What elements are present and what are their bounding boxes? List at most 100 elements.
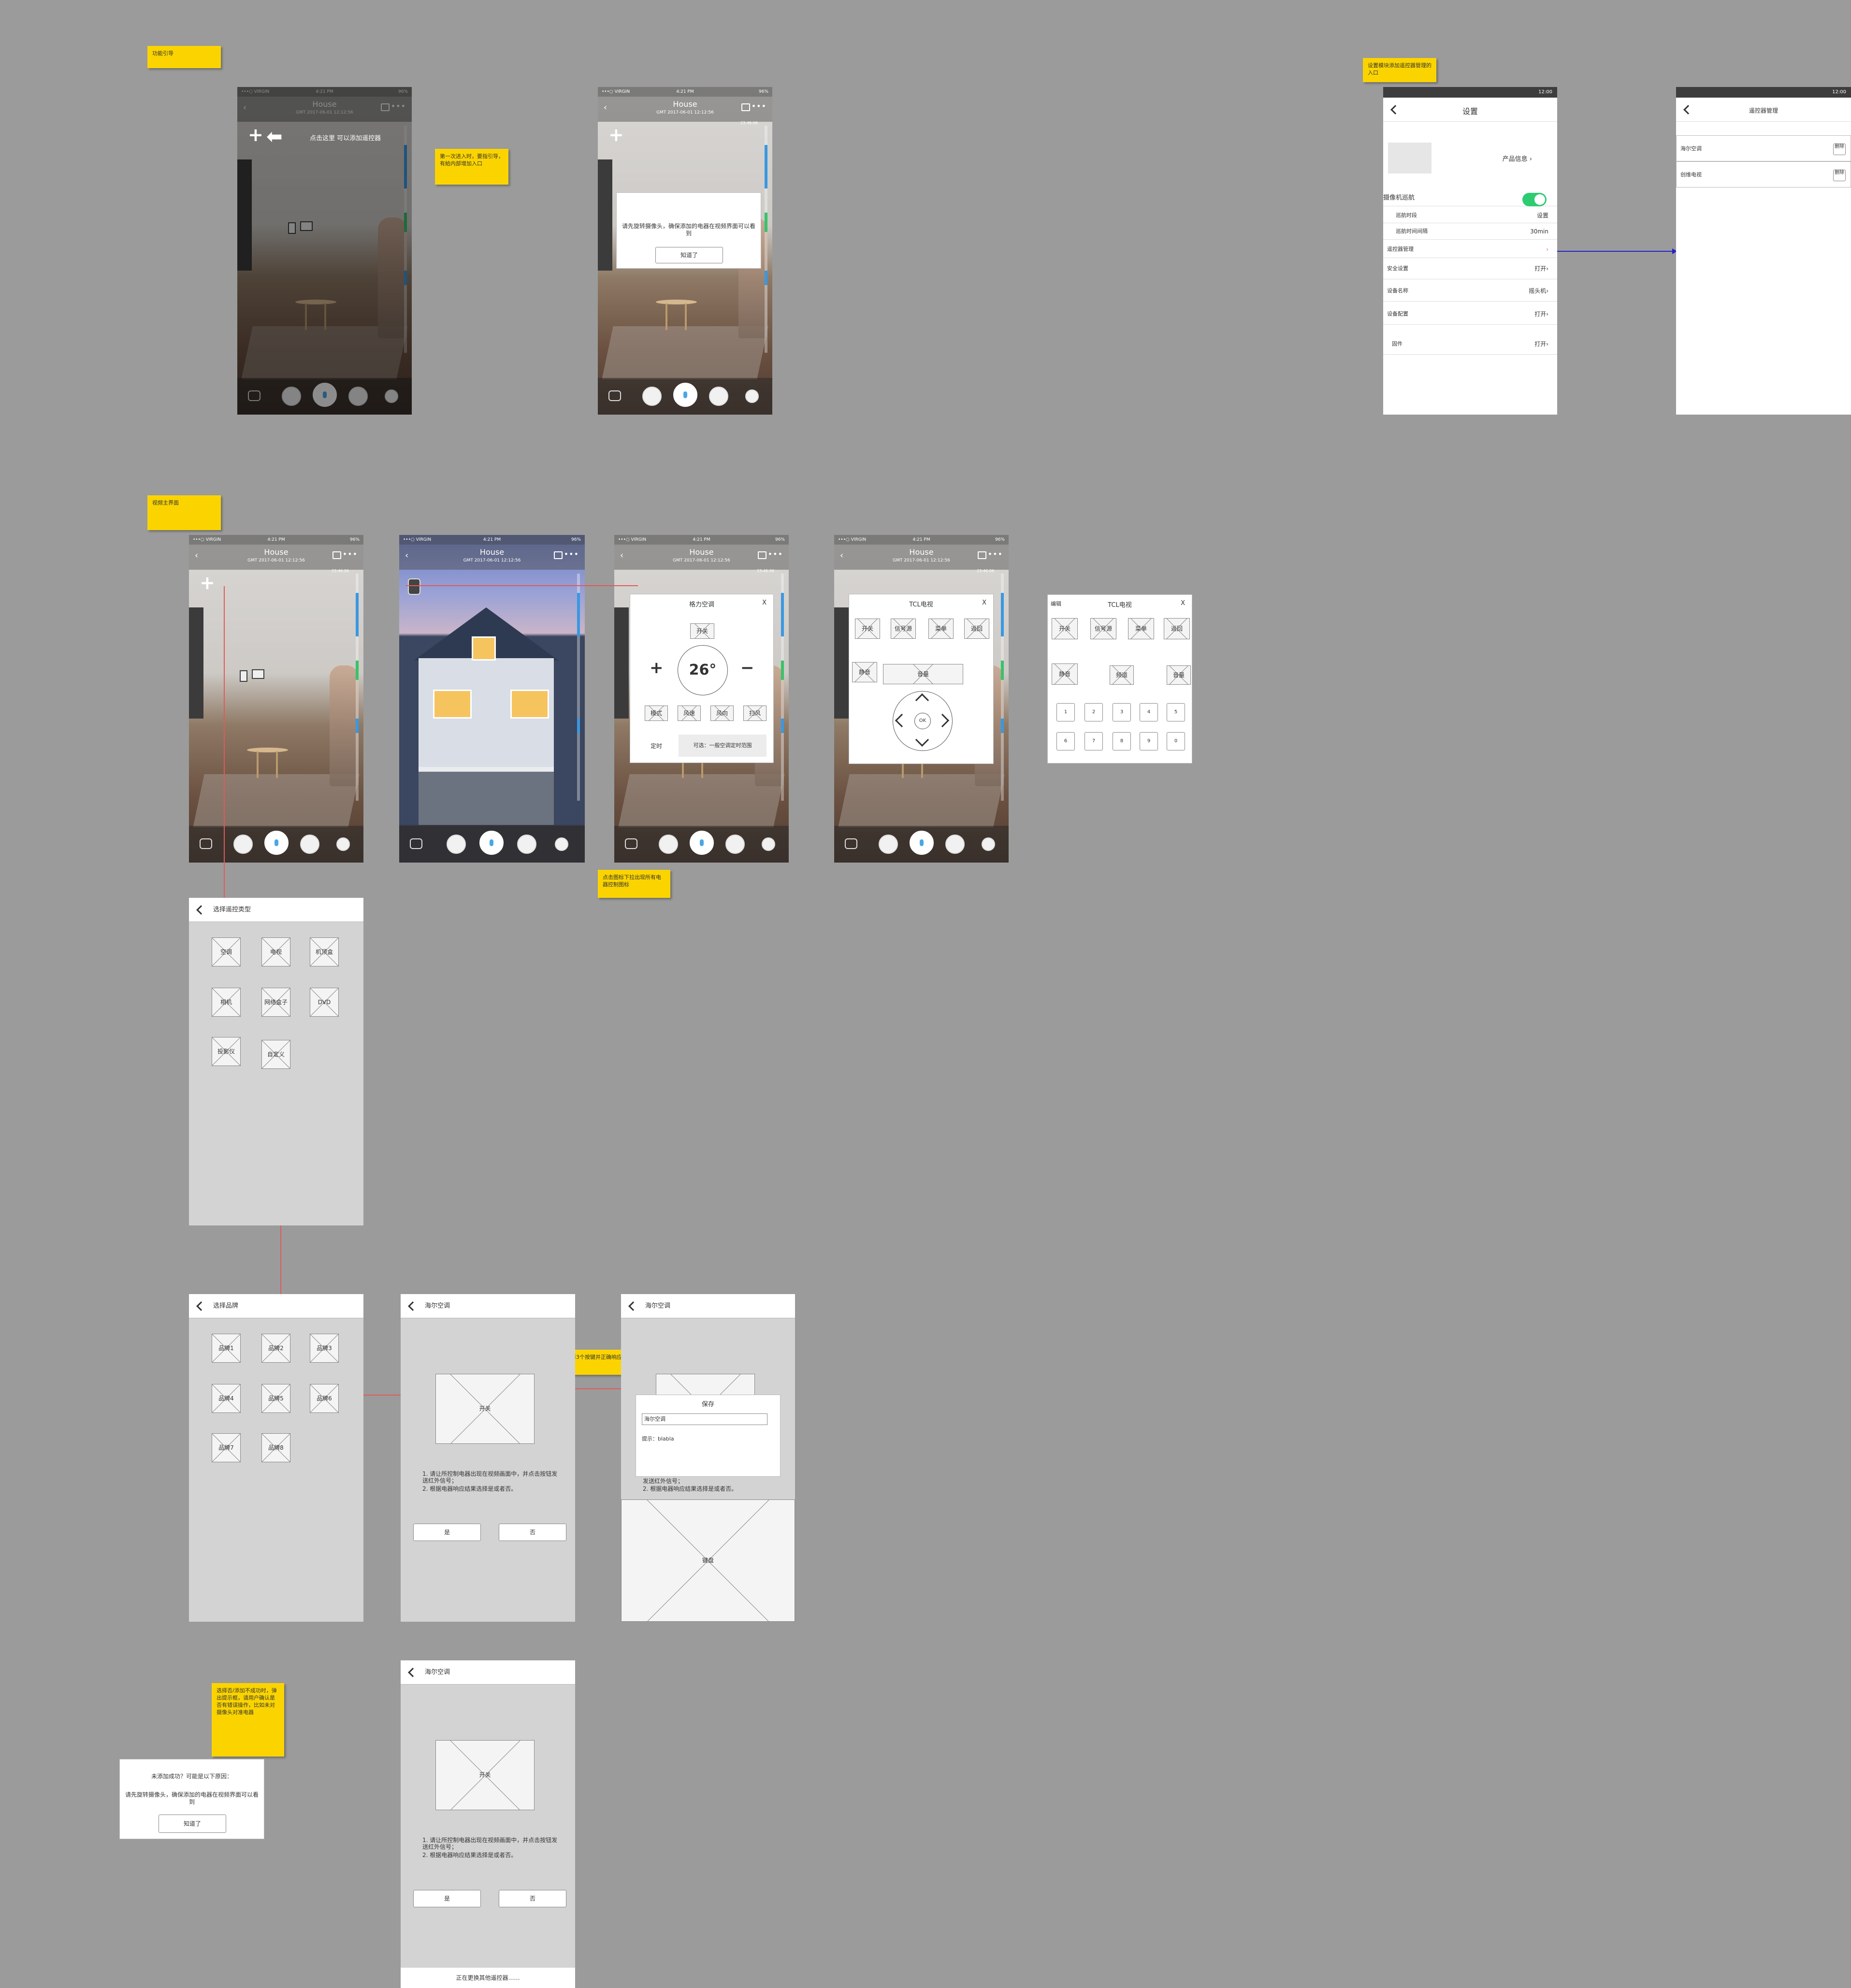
gallery-icon[interactable] [608, 390, 621, 401]
more-icon[interactable]: ••• [768, 549, 783, 559]
type-item[interactable]: 电视 [261, 937, 290, 966]
close-icon[interactable]: X [1181, 600, 1185, 607]
talk-button[interactable] [910, 831, 934, 855]
brand-item[interactable]: 品牌8 [261, 1433, 290, 1462]
gallery-icon[interactable] [410, 838, 422, 849]
more-icon[interactable]: ••• [564, 549, 579, 559]
gallery-icon[interactable] [845, 838, 857, 849]
gallery-icon[interactable] [625, 838, 637, 849]
back-icon[interactable] [408, 1668, 418, 1677]
cruise-toggle[interactable] [1522, 193, 1547, 206]
type-item[interactable]: 投影仪 [212, 1037, 241, 1066]
test-power-button[interactable]: 开关 [435, 1374, 535, 1444]
cloud-icon[interactable] [336, 837, 350, 851]
talk-button[interactable] [479, 831, 504, 855]
tv-power-button[interactable]: 开关 [1052, 618, 1078, 639]
remote-item[interactable]: 创维电视 删除 [1676, 161, 1851, 187]
keyboard[interactable]: 键盘 [621, 1499, 795, 1622]
back-icon[interactable] [196, 1301, 206, 1311]
number-key[interactable]: 6 [1056, 732, 1075, 750]
ac-timer-hint[interactable]: 可选：一般空调定时范围 [679, 735, 766, 757]
record-button[interactable] [517, 835, 536, 854]
chevron-down-icon[interactable] [915, 733, 929, 747]
chevron-right-icon[interactable] [935, 713, 950, 728]
ok-button[interactable]: 知道了 [655, 247, 723, 263]
name-input[interactable]: 海尔空调 [642, 1413, 767, 1425]
cloud-icon[interactable] [982, 837, 995, 851]
more-icon[interactable]: ••• [988, 549, 1003, 559]
number-key[interactable]: 9 [1140, 732, 1158, 750]
snapshot-button[interactable] [642, 387, 662, 406]
brand-item[interactable]: 品牌2 [261, 1334, 290, 1363]
more-icon[interactable]: ••• [343, 549, 358, 559]
number-key[interactable]: 8 [1113, 732, 1131, 750]
temp-minus-button[interactable]: − [740, 658, 754, 677]
record-button[interactable] [945, 835, 965, 854]
ok-button[interactable]: 知道了 [159, 1815, 226, 1833]
type-item[interactable]: DVD [310, 988, 339, 1017]
ac-fan-speed-button[interactable]: 风速 [678, 706, 701, 721]
record-button[interactable] [300, 835, 319, 854]
dpad[interactable]: OK [893, 691, 953, 751]
talk-button[interactable] [673, 383, 697, 407]
yes-button[interactable]: 是 [413, 1524, 481, 1541]
close-icon[interactable]: X [982, 599, 986, 606]
chevron-left-icon[interactable] [895, 713, 909, 728]
ac-power-button[interactable]: 开关 [690, 623, 714, 639]
timeline[interactable] [765, 126, 767, 353]
remote-item[interactable]: 海尔空调 删除 [1676, 135, 1851, 161]
brand-item[interactable]: 品牌7 [212, 1433, 241, 1462]
timeline[interactable] [781, 574, 784, 801]
type-item[interactable]: 网络盒子 [261, 988, 290, 1017]
talk-button[interactable] [264, 831, 289, 855]
remote-icon[interactable] [408, 578, 420, 595]
brand-item[interactable]: 品牌1 [212, 1334, 241, 1363]
number-key[interactable]: 4 [1140, 703, 1158, 721]
cloud-icon[interactable] [762, 837, 775, 851]
tv-source-button[interactable]: 信号源 [891, 619, 916, 639]
snapshot-button[interactable] [447, 835, 466, 854]
brand-item[interactable]: 品牌4 [212, 1384, 241, 1413]
add-remote-plus-icon[interactable]: + [248, 126, 263, 144]
ac-swing-button[interactable]: 扫风 [743, 706, 766, 721]
record-button[interactable] [709, 387, 728, 406]
tv-mute-button[interactable]: 静音 [852, 662, 877, 682]
ac-timer-label[interactable]: 定时 [651, 742, 662, 750]
ac-fan-direction-button[interactable]: 风向 [710, 706, 734, 721]
tv-channel-button[interactable]: 频道 [1110, 665, 1134, 685]
timeline[interactable] [577, 574, 580, 801]
type-item[interactable]: 空调 [212, 937, 241, 966]
temp-plus-button[interactable]: + [650, 658, 664, 677]
number-key[interactable]: 7 [1085, 732, 1103, 750]
cloud-icon[interactable] [745, 389, 759, 403]
type-item[interactable]: 机顶盒 [310, 937, 339, 966]
calendar-icon[interactable] [333, 551, 341, 559]
back-icon[interactable] [628, 1301, 638, 1311]
number-key[interactable]: 3 [1113, 703, 1131, 721]
snapshot-button[interactable] [233, 835, 253, 854]
number-key[interactable]: 0 [1167, 732, 1185, 750]
brand-item[interactable]: 品牌3 [310, 1334, 339, 1363]
chevron-up-icon[interactable] [915, 693, 929, 707]
close-icon[interactable]: X [762, 599, 766, 606]
talk-button[interactable] [690, 831, 714, 855]
security-row[interactable]: 安全设置 打开› [1383, 258, 1557, 279]
ac-mode-button[interactable]: 模式 [645, 706, 668, 721]
calendar-icon[interactable] [554, 551, 563, 559]
tv-power-button[interactable]: 开关 [855, 619, 880, 639]
more-icon[interactable]: ••• [752, 101, 766, 111]
remote-mgmt-row[interactable]: 遥控器管理 › [1383, 241, 1557, 258]
delete-button[interactable]: 删除 [1833, 170, 1846, 181]
add-remote-plus-icon[interactable]: + [608, 126, 624, 144]
test-power-button[interactable]: 开关 [435, 1740, 535, 1810]
gallery-icon[interactable] [200, 838, 212, 849]
tv-mute-button[interactable]: 静音 [1052, 663, 1078, 685]
device-config-row[interactable]: 设备配置 打开› [1383, 303, 1557, 325]
number-key[interactable]: 2 [1085, 703, 1103, 721]
tv-return-button[interactable]: 返回 [964, 619, 989, 639]
yes-button[interactable]: 是 [413, 1890, 481, 1907]
tv-volume-button[interactable]: 音量 [1167, 665, 1191, 685]
type-item[interactable]: 自定义 [261, 1040, 290, 1069]
tv-volume-button[interactable]: 音量 [883, 664, 963, 684]
tv-return-button[interactable]: 返回 [1164, 618, 1190, 639]
